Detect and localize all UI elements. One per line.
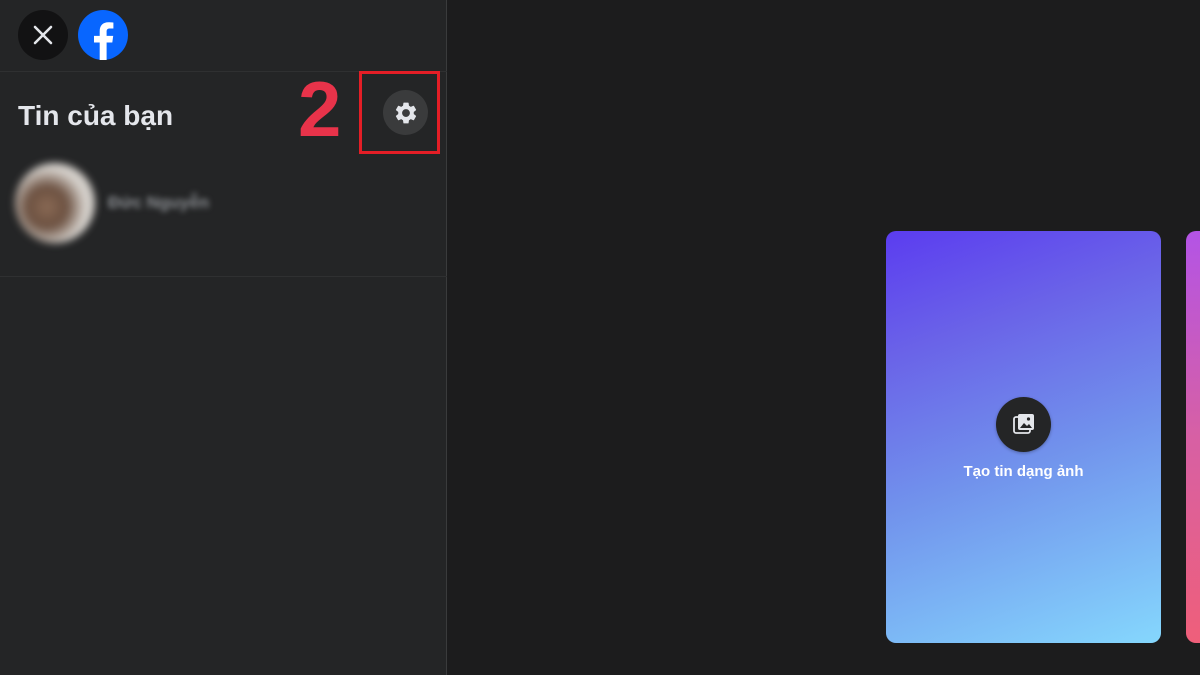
section-title: Tin của bạn — [18, 100, 174, 131]
create-text-story-card[interactable] — [1186, 231, 1200, 643]
photo-gallery-icon — [996, 397, 1051, 452]
avatar — [15, 163, 95, 243]
my-story-item[interactable]: Đức Nguyễn — [0, 155, 447, 277]
facebook-logo[interactable] — [78, 10, 128, 60]
close-icon — [33, 25, 53, 45]
create-photo-story-label: Tạo tin dạng ảnh — [963, 463, 1084, 480]
top-bar — [0, 0, 447, 72]
highlight-box-annotation — [359, 71, 440, 154]
step-number-annotation: 2 — [298, 65, 342, 153]
close-button[interactable] — [18, 10, 68, 60]
story-owner-name: Đức Nguyễn — [108, 193, 210, 212]
create-photo-story-card[interactable]: Tạo tin dạng ảnh — [886, 231, 1161, 643]
